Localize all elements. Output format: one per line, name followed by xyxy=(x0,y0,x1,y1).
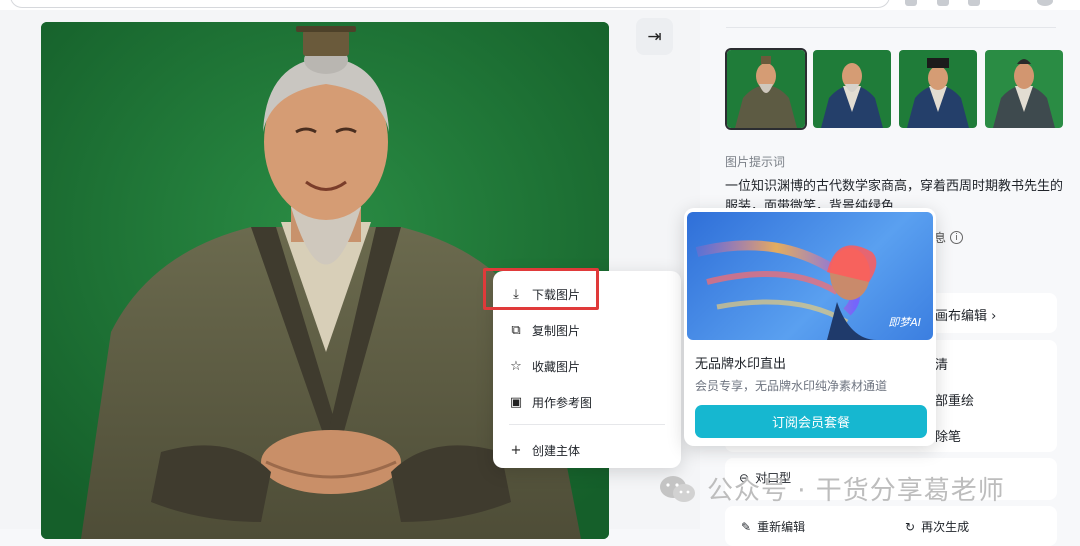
option-hd[interactable]: 清 xyxy=(935,354,948,373)
star-icon[interactable] xyxy=(905,0,917,6)
re-edit-button[interactable]: ✎ 重新编辑 xyxy=(741,518,805,535)
menu-item-label: 创建主体 xyxy=(532,443,581,458)
edit-icon: ✎ xyxy=(741,519,752,534)
menu-item-label: 复制图片 xyxy=(532,323,581,338)
image-info-link[interactable]: 息 i xyxy=(934,229,964,246)
wechat-icon xyxy=(660,475,695,502)
star-icon: ☆ xyxy=(510,358,522,374)
regenerate-button[interactable]: ↻ 再次生成 xyxy=(905,518,969,535)
info-icon: i xyxy=(950,231,964,244)
menu-item-create-subject[interactable]: + 创建主体 xyxy=(493,434,681,466)
copy-icon: ⧉ xyxy=(511,322,521,338)
option-eraser[interactable]: 除笔 xyxy=(935,426,961,445)
promo-banner-image: 即梦AI xyxy=(687,212,933,340)
action-bar: ✎ 重新编辑 ↻ 再次生成 xyxy=(725,506,1057,546)
promo-title: 无品牌水印直出 xyxy=(695,357,787,372)
menu-item-label: 用作参考图 xyxy=(532,395,593,410)
regenerate-label: 再次生成 xyxy=(921,520,970,534)
extension-icon[interactable] xyxy=(937,0,949,6)
menu-divider xyxy=(509,424,665,425)
menu-item-use-as-reference[interactable]: ▣ 用作参考图 xyxy=(493,386,681,418)
subscribe-button[interactable]: 订阅会员套餐 xyxy=(695,405,927,438)
refresh-icon: ↻ xyxy=(905,519,916,534)
browser-toolbar xyxy=(0,0,1080,10)
thumbnail-4[interactable] xyxy=(983,48,1065,130)
menu-item-label: 收藏图片 xyxy=(532,359,581,374)
extension-icon[interactable] xyxy=(968,0,980,6)
context-menu: ⤓ 下载图片 ⧉ 复制图片 ☆ 收藏图片 ▣ 用作参考图 + 创建主体 xyxy=(493,271,681,468)
promo-subtitle: 会员专享，无品牌水印纯净素材通道 xyxy=(695,379,888,393)
reference-image-icon: ▣ xyxy=(509,394,523,410)
menu-item-copy[interactable]: ⧉ 复制图片 xyxy=(493,314,681,346)
download-icon: ⤓ xyxy=(513,286,519,302)
plus-icon: + xyxy=(510,442,522,458)
brand-logo: 即梦AI xyxy=(888,316,921,329)
option-inpaint[interactable]: 部重绘 xyxy=(935,390,974,409)
menu-item-label: 下载图片 xyxy=(532,287,581,302)
prompt-label: 图片提示词 xyxy=(725,155,786,169)
re-edit-label: 重新编辑 xyxy=(757,520,806,534)
profile-avatar-icon[interactable] xyxy=(1037,0,1053,6)
menu-item-download[interactable]: ⤓ 下载图片 xyxy=(493,278,681,310)
menu-item-favorite[interactable]: ☆ 收藏图片 xyxy=(493,350,681,382)
thumbnail-3[interactable] xyxy=(897,48,979,130)
thumbnail-strip xyxy=(725,48,1065,130)
watermark-text: 公众号 · 干货分享葛老师 xyxy=(707,476,1005,506)
collapse-panel-button[interactable]: ⇥ xyxy=(636,18,673,55)
address-bar[interactable] xyxy=(10,0,890,8)
wechat-watermark: 公众号 · 干货分享葛老师 xyxy=(657,470,1005,507)
arrow-right-bar-icon: ⇥ xyxy=(647,26,662,47)
membership-promo-popover: 即梦AI 无品牌水印直出 会员专享，无品牌水印纯净素材通道 订阅会员套餐 xyxy=(684,208,936,446)
canvas-edit-label: 画布编辑 › xyxy=(935,309,997,324)
divider xyxy=(726,27,1056,28)
thumbnail-1[interactable] xyxy=(725,48,807,130)
thumbnail-2[interactable] xyxy=(811,48,893,130)
